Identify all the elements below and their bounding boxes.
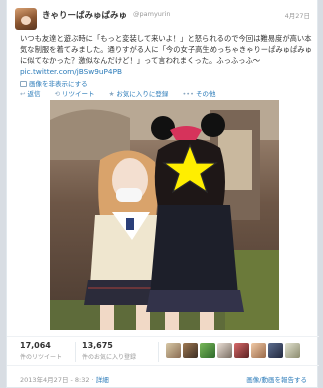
favorite-action[interactable]: ★ お気に入りに登録 [109, 90, 175, 98]
detail-link[interactable]: 詳細 [96, 376, 109, 384]
retweet-label: リツイート [61, 90, 95, 98]
reply-label: 返信 [27, 90, 41, 98]
user-avatar-thumb[interactable] [268, 343, 283, 358]
user-avatar-thumb[interactable] [200, 343, 215, 358]
user-avatar-thumb[interactable] [285, 343, 300, 358]
favorite-count-label: 件のお気に入り登録 [82, 354, 137, 361]
retweet-action[interactable]: ⟲ リツイート [55, 90, 101, 98]
tweet-text: いつも友達と遊ぶ時に「もっと変装して来いよ！」と怒られるので今回は難易度が高い本… [20, 34, 312, 65]
display-name[interactable]: きゃりーぱみゅぱみゅ [42, 9, 127, 21]
retweet-count: 17,064 [20, 341, 51, 350]
report-media-link[interactable]: 画像/動画を報告する [246, 374, 307, 384]
user-avatar-thumb[interactable] [183, 343, 198, 358]
hide-media-label: 画像を非表示にする [29, 80, 88, 88]
tweet-timestamp[interactable]: 2013年4月27日 - 8:32 · 詳細 [20, 374, 109, 384]
more-label: その他 [195, 90, 216, 98]
retweet-count-label: 件のリツイート [20, 354, 63, 361]
screen-name[interactable]: @pamyurin [133, 10, 171, 18]
retweet-icon: ⟲ [54, 90, 60, 98]
avatar[interactable] [15, 8, 37, 30]
user-avatar-thumb[interactable] [166, 343, 181, 358]
stats-divider [158, 342, 159, 362]
user-avatar-thumb[interactable] [217, 343, 232, 358]
favorite-label: お気に入りに登録 [116, 90, 169, 98]
tweet-date[interactable]: 4月27日 [285, 10, 310, 20]
tweet-card: きゃりーぱみゅぱみゅ @pamyurin 4月27日 いつも友達と遊ぶ時に「もっ… [6, 0, 319, 388]
media-link[interactable]: pic.twitter.com/jBSw9uP4PB [20, 67, 122, 76]
user-avatar-thumb[interactable] [234, 343, 249, 358]
more-action[interactable]: ••• その他 [182, 90, 221, 98]
tweet-stats: 17,064 件のリツイート 13,675 件のお気に入り登録 [7, 336, 319, 366]
hide-media-link[interactable]: 画像を非表示にする [20, 78, 88, 88]
image-icon [20, 81, 27, 87]
star-icon: ★ [108, 90, 115, 98]
reply-action[interactable]: ↩ 返信 [20, 90, 46, 98]
favorite-count-block[interactable]: 13,675 件のお気に入り登録 [82, 341, 136, 361]
timestamp-text: 2013年4月27日 - 8:32 [20, 376, 90, 384]
user-avatar-thumb[interactable] [251, 343, 266, 358]
tweet-actions: ↩ 返信 ⟲ リツイート ★ お気に入りに登録 ••• その他 [20, 88, 227, 98]
tweet-photo[interactable] [50, 100, 279, 330]
stats-divider [75, 342, 76, 362]
favorite-count: 13,675 [82, 341, 113, 350]
reply-icon: ↩ [20, 90, 26, 98]
more-icon: ••• [182, 90, 194, 98]
photo-image [50, 100, 279, 330]
retweet-count-block[interactable]: 17,064 件のリツイート [20, 341, 62, 361]
tweet-header: きゃりーぱみゅぱみゅ @pamyurin 4月27日 [7, 0, 319, 33]
